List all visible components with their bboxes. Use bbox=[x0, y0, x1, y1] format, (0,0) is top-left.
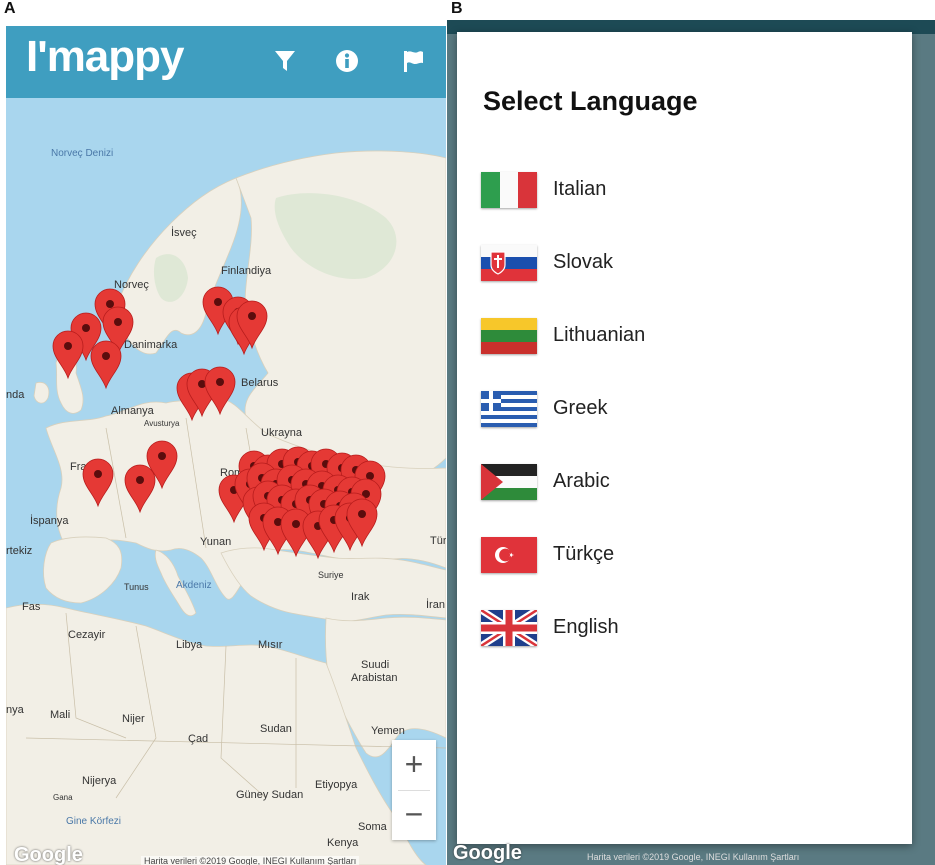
map-attribution: Harita verileri ©2019 Google, INEGI Kull… bbox=[587, 852, 800, 862]
svg-text:Yunan: Yunan bbox=[200, 536, 231, 548]
google-logo: Google bbox=[453, 842, 522, 864]
map-marker-dot bbox=[216, 378, 224, 386]
language-option-arabic[interactable]: Arabic bbox=[481, 458, 881, 506]
slovakia-flag-icon bbox=[481, 245, 537, 281]
svg-text:Mali: Mali bbox=[50, 709, 70, 721]
svg-text:Gine Körfezi: Gine Körfezi bbox=[66, 816, 121, 827]
svg-text:Tunus: Tunus bbox=[124, 582, 149, 592]
svg-text:Avusturya: Avusturya bbox=[144, 419, 180, 428]
dialog-title: Select Language bbox=[483, 86, 698, 116]
svg-text:Nijer: Nijer bbox=[122, 713, 145, 725]
map-marker-dot bbox=[358, 510, 366, 518]
svg-text:Suudi: Suudi bbox=[361, 659, 389, 671]
svg-text:İsveç: İsveç bbox=[171, 226, 197, 239]
svg-text:Gana: Gana bbox=[53, 793, 73, 802]
svg-text:Ukrayna: Ukrayna bbox=[261, 427, 303, 439]
map-marker-dot bbox=[248, 312, 256, 320]
svg-text:nya: nya bbox=[6, 704, 25, 716]
language-label: Slovak bbox=[553, 251, 614, 273]
language-option-slovak[interactable]: Slovak bbox=[481, 239, 881, 287]
svg-text:Suriye: Suriye bbox=[318, 570, 344, 580]
svg-text:Almanya: Almanya bbox=[111, 405, 155, 417]
panel-label-a: A bbox=[4, 0, 16, 17]
language-option-turkce[interactable]: Türkçe bbox=[481, 531, 881, 579]
svg-text:Arabistan: Arabistan bbox=[351, 672, 397, 684]
map-marker-dot bbox=[158, 452, 166, 460]
language-option-italian[interactable]: Italian bbox=[481, 166, 881, 214]
svg-text:rtekiz: rtekiz bbox=[6, 545, 32, 557]
svg-text:Fas: Fas bbox=[22, 601, 41, 613]
europe-map[interactable]: Norveç Denizi İsveç Finlandiya Norveç Da… bbox=[6, 98, 446, 865]
zoom-out-button[interactable]: − bbox=[392, 790, 436, 840]
svg-text:Norveç Denizi: Norveç Denizi bbox=[51, 148, 113, 159]
map-marker-dot bbox=[82, 324, 90, 332]
map-marker-dot bbox=[102, 352, 110, 360]
language-option-greek[interactable]: Greek bbox=[481, 385, 881, 433]
language-label: Greek bbox=[553, 397, 608, 419]
svg-text:Yemen: Yemen bbox=[371, 725, 405, 737]
map-marker-dot bbox=[136, 476, 144, 484]
italy-flag-icon bbox=[481, 172, 537, 208]
app-bar: I'mappy bbox=[6, 26, 446, 98]
map-marker-dot bbox=[64, 342, 72, 350]
svg-text:nda: nda bbox=[6, 389, 25, 401]
map-attribution[interactable]: Harita verileri ©2019 Google, INEGI Kull… bbox=[141, 856, 360, 865]
svg-text:Norveç: Norveç bbox=[114, 279, 149, 291]
svg-text:Cezayir: Cezayir bbox=[68, 629, 106, 641]
svg-text:İspanya: İspanya bbox=[30, 514, 69, 527]
svg-text:Libya: Libya bbox=[176, 639, 203, 651]
language-label: English bbox=[553, 616, 619, 638]
zoom-control: + − bbox=[392, 740, 436, 840]
map-app-screen: I'mappy Norveç Denizi İsveç Finlandiya N… bbox=[6, 26, 446, 865]
svg-text:Irak: Irak bbox=[351, 591, 370, 603]
svg-text:Türk: Türk bbox=[430, 535, 446, 547]
uk-flag-icon bbox=[481, 610, 537, 646]
language-label: Türkçe bbox=[553, 543, 615, 565]
language-option-lithuanian[interactable]: Lithuanian bbox=[481, 312, 881, 360]
map-marker-dot bbox=[214, 298, 222, 306]
svg-text:Soma: Soma bbox=[358, 821, 388, 833]
select-language-dialog: Select Language Italian Slovak Lithuania… bbox=[457, 32, 912, 844]
google-logo: Google bbox=[14, 844, 83, 865]
svg-text:Akdeniz: Akdeniz bbox=[176, 580, 212, 591]
svg-text:Finlandiya: Finlandiya bbox=[221, 265, 272, 277]
map-marker-dot bbox=[106, 300, 114, 308]
svg-text:Danimarka: Danimarka bbox=[124, 339, 178, 351]
svg-text:İran: İran bbox=[426, 598, 445, 611]
palestine-flag-icon bbox=[481, 464, 537, 500]
map-marker-dot bbox=[292, 520, 300, 528]
flag-icon[interactable] bbox=[396, 44, 430, 78]
greece-flag-icon bbox=[481, 391, 537, 427]
svg-text:Sudan: Sudan bbox=[260, 723, 292, 735]
svg-text:Çad: Çad bbox=[188, 733, 208, 745]
info-icon[interactable] bbox=[330, 44, 364, 78]
svg-text:Güney Sudan: Güney Sudan bbox=[236, 789, 303, 801]
app-logo: I'mappy bbox=[26, 32, 185, 81]
zoom-in-button[interactable]: + bbox=[392, 740, 436, 790]
language-label: Lithuanian bbox=[553, 324, 646, 346]
filter-icon[interactable] bbox=[268, 44, 302, 78]
svg-text:Nijerya: Nijerya bbox=[82, 775, 117, 787]
svg-text:Etiyopya: Etiyopya bbox=[315, 779, 358, 791]
map-marker-dot bbox=[114, 318, 122, 326]
panel-label-b: B bbox=[451, 0, 463, 17]
map-marker-dot bbox=[94, 470, 102, 478]
svg-text:Kenya: Kenya bbox=[327, 837, 359, 849]
svg-text:Mısır: Mısır bbox=[258, 639, 283, 651]
lithuania-flag-icon bbox=[481, 318, 537, 354]
language-screen: Select Language Italian Slovak Lithuania… bbox=[447, 20, 935, 865]
language-option-english[interactable]: English bbox=[481, 604, 881, 652]
language-label: Italian bbox=[553, 178, 607, 200]
language-label: Arabic bbox=[553, 470, 610, 492]
turkey-flag-icon bbox=[481, 537, 537, 573]
svg-text:Belarus: Belarus bbox=[241, 377, 279, 389]
